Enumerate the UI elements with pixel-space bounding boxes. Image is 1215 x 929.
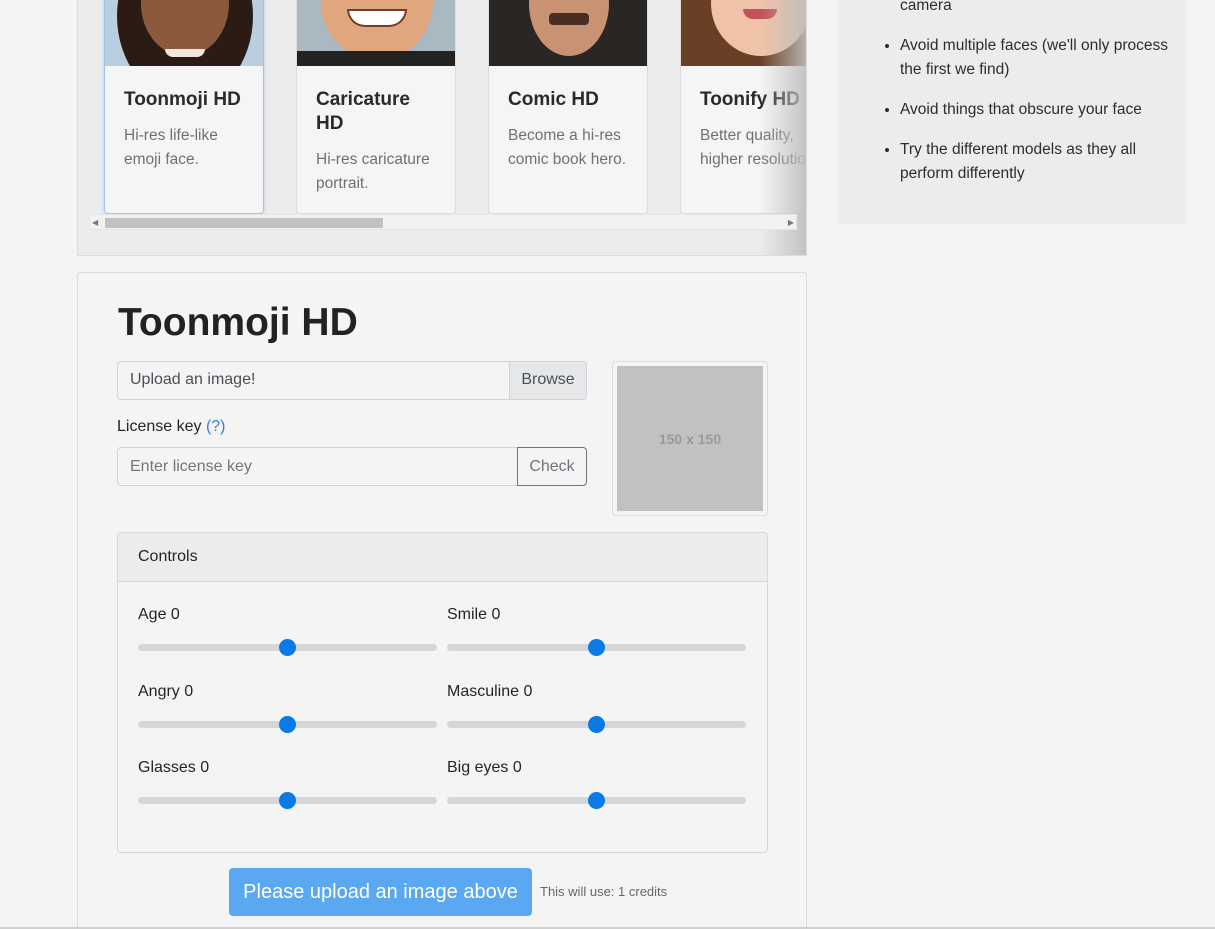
credits-note: This will use: 1 credits bbox=[540, 884, 668, 899]
slider-handle[interactable] bbox=[279, 792, 296, 809]
caricature-thumbnail bbox=[297, 0, 455, 66]
scroll-right-icon[interactable]: ▶ bbox=[788, 218, 794, 228]
tip-item: Try the different models as they all per… bbox=[900, 138, 1170, 186]
image-upload-field[interactable]: Upload an image! Browse bbox=[117, 361, 587, 400]
slider-label: Smile 0 bbox=[447, 606, 501, 623]
browse-button[interactable]: Browse bbox=[509, 362, 586, 399]
license-help-link[interactable]: (?) bbox=[206, 418, 226, 435]
preview-placeholder: 150 x 150 bbox=[617, 366, 763, 511]
controls-header: Controls bbox=[118, 533, 767, 582]
slider-glasses[interactable]: Glasses 0 bbox=[138, 759, 437, 809]
toonmoji-thumbnail bbox=[105, 0, 263, 66]
model-card-title: Comic HD bbox=[508, 89, 599, 110]
slider-label: Big eyes 0 bbox=[447, 759, 522, 776]
tips-panel: camera Avoid multiple faces (we'll only … bbox=[838, 0, 1187, 224]
slider-handle[interactable] bbox=[588, 792, 605, 809]
tip-item: Avoid things that obscure your face bbox=[900, 98, 1170, 122]
toonify-thumbnail bbox=[681, 0, 806, 66]
model-card-toonmoji[interactable]: Toonmoji HD Hi-res life-like emoji face. bbox=[104, 0, 264, 214]
slider-label: Age 0 bbox=[138, 606, 180, 623]
upload-label: Upload an image! bbox=[130, 371, 256, 388]
model-carousel: Toonmoji HD Hi-res life-like emoji face.… bbox=[77, 0, 807, 256]
carousel-scrollbar[interactable]: ◀ ▶ bbox=[89, 214, 797, 230]
model-card-desc: Become a hi-res comic book hero. bbox=[508, 127, 627, 168]
page-title: Toonmoji HD bbox=[118, 301, 358, 344]
model-card-toonify[interactable]: Toonify HD Better quality, higher resolu… bbox=[680, 0, 806, 214]
slider-masculine[interactable]: Masculine 0 bbox=[447, 683, 746, 733]
submit-button[interactable]: Please upload an image above bbox=[229, 868, 532, 916]
slider-label: Glasses 0 bbox=[138, 759, 210, 776]
tip-item: camera bbox=[900, 0, 952, 14]
slider-angry[interactable]: Angry 0 bbox=[138, 683, 437, 733]
model-card-caricature[interactable]: Caricature HD Hi-res caricature portrait… bbox=[296, 0, 456, 214]
slider-label: Masculine 0 bbox=[447, 683, 533, 700]
slider-label: Angry 0 bbox=[138, 683, 194, 700]
slider-handle[interactable] bbox=[279, 716, 296, 733]
slider-age[interactable]: Age 0 bbox=[138, 606, 437, 656]
license-key-input[interactable] bbox=[117, 447, 518, 486]
controls-panel: Controls Age 0 Smile 0 Angry 0 Masculine… bbox=[117, 532, 768, 853]
model-card-title: Caricature HD bbox=[316, 89, 410, 134]
tip-item: Avoid multiple faces (we'll only process… bbox=[900, 34, 1170, 82]
model-card-title: Toonify HD bbox=[700, 89, 800, 110]
slider-handle[interactable] bbox=[279, 639, 296, 656]
slider-big-eyes[interactable]: Big eyes 0 bbox=[447, 759, 746, 809]
slider-handle[interactable] bbox=[588, 639, 605, 656]
check-license-button[interactable]: Check bbox=[517, 447, 587, 486]
model-card-title: Toonmoji HD bbox=[124, 89, 241, 110]
model-card-desc: Hi-res caricature portrait. bbox=[316, 151, 430, 192]
main-panel: Toonmoji HD Upload an image! Browse Lice… bbox=[77, 272, 807, 929]
model-card-comic[interactable]: Comic HD Become a hi-res comic book hero… bbox=[488, 0, 648, 214]
slider-handle[interactable] bbox=[588, 716, 605, 733]
scrollbar-thumb[interactable] bbox=[105, 218, 383, 228]
scroll-left-icon[interactable]: ◀ bbox=[92, 218, 98, 228]
license-label-text: License key bbox=[117, 418, 202, 435]
image-preview: 150 x 150 bbox=[612, 361, 768, 516]
model-card-desc: Hi-res life-like emoji face. bbox=[124, 127, 218, 168]
comic-thumbnail bbox=[489, 0, 647, 66]
license-label: License key (?) bbox=[117, 418, 226, 436]
model-card-desc: Better quality, higher resolution. bbox=[700, 127, 806, 168]
slider-smile[interactable]: Smile 0 bbox=[447, 606, 746, 656]
